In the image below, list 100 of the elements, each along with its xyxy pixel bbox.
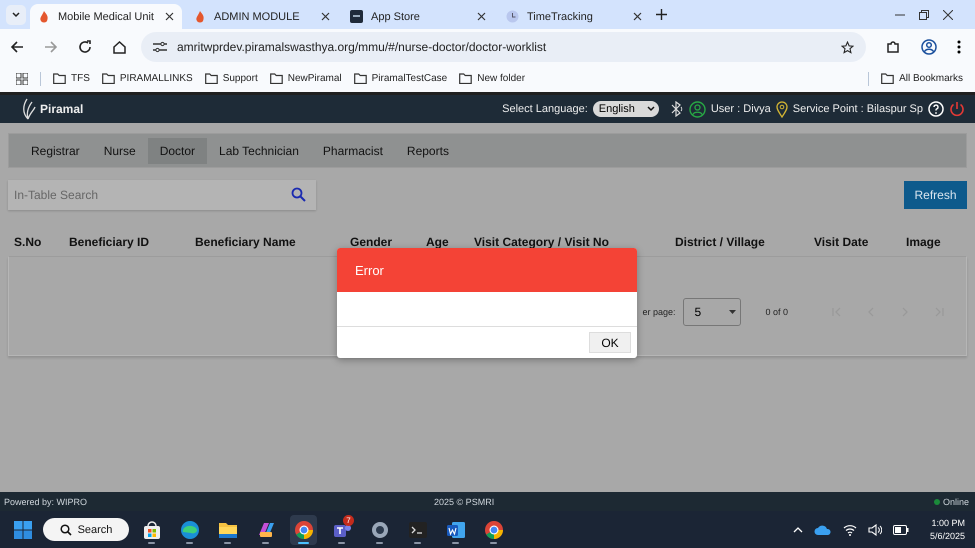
browser-tab[interactable]: ADMIN MODULE (186, 4, 338, 29)
module-tab[interactable]: Reports (394, 138, 461, 164)
module-tab[interactable]: Nurse (92, 138, 148, 164)
url-text: amritwprdev.piramalswasthya.org/mmu/#/nurse-doctor/doctor-worklist (177, 40, 546, 54)
bookmark[interactable]: New folder (459, 73, 526, 84)
column-header: Image (906, 235, 941, 249)
notification-badge: 7 (343, 514, 354, 526)
forward-icon[interactable] (44, 40, 58, 54)
folder-icon (459, 73, 472, 84)
folder-icon (881, 73, 894, 84)
battery-icon[interactable] (892, 524, 909, 534)
folder-icon (204, 73, 218, 84)
restore-icon[interactable] (919, 10, 929, 20)
online-status-icon (934, 498, 940, 504)
chevron-up-icon[interactable] (792, 526, 803, 532)
user-icon (688, 100, 706, 118)
flame-icon (38, 10, 50, 24)
column-header: Age (426, 235, 449, 249)
taskbar-app[interactable] (290, 514, 317, 544)
brand-name: Piramal (40, 102, 84, 116)
location-pin-icon (776, 100, 788, 118)
browser-tab[interactable]: Mobile Medical Unit (30, 4, 182, 29)
close-icon[interactable] (321, 12, 330, 21)
tab-list-button[interactable] (6, 4, 26, 24)
search-icon[interactable] (291, 187, 306, 202)
settings-icon (370, 520, 390, 540)
dialog-title: Error (355, 262, 384, 278)
start-icon[interactable] (14, 520, 32, 538)
module-tab[interactable]: Doctor (148, 138, 208, 164)
terminal-icon (408, 520, 428, 538)
user-name: User : Divya (710, 103, 771, 115)
bookmark[interactable]: All Bookmarks (881, 73, 963, 84)
clock-time: 1:00 PM (931, 516, 965, 530)
search-icon (60, 524, 72, 536)
column-header: Gender (350, 235, 392, 249)
store-icon (350, 10, 363, 23)
search-field[interactable]: In-Table Search (8, 180, 316, 210)
clock-date: 5/6/2025 (930, 530, 965, 542)
star-icon[interactable] (841, 40, 854, 54)
close-icon[interactable] (633, 12, 642, 21)
shopping-bag-icon (142, 520, 162, 540)
folder-icon (218, 520, 238, 538)
volume-icon[interactable] (868, 524, 882, 536)
bookmark[interactable]: Support (204, 73, 258, 84)
apps-grid-icon[interactable] (16, 72, 28, 84)
column-header: Visit Date (814, 235, 868, 249)
bookmark[interactable]: TFS (53, 73, 90, 84)
copyright-text: 2025 © PSMRI (434, 496, 496, 506)
folder-icon (53, 73, 66, 84)
taskbar-search[interactable]: Search (43, 518, 129, 541)
ok-button[interactable]: OK (589, 332, 631, 353)
bluetooth-icon[interactable] (670, 101, 684, 117)
clock-icon (506, 10, 519, 23)
leaf-logo-icon (20, 98, 36, 120)
profile-icon[interactable] (921, 39, 937, 55)
browser-wave-icon (180, 520, 200, 540)
close-icon[interactable] (477, 12, 486, 21)
cloud-icon[interactable] (814, 524, 832, 536)
caret-icon (646, 106, 655, 112)
status-text: Online (942, 496, 969, 506)
new-tab-icon[interactable] (656, 9, 667, 20)
column-header: S.No (14, 235, 42, 249)
address-bar[interactable]: amritwprdev.piramalswasthya.org/mmu/#/nurse-doctor/doctor-worklist (141, 32, 866, 62)
help-icon[interactable] (928, 101, 944, 117)
browser-tab[interactable]: App Store (342, 4, 494, 29)
refresh-button[interactable]: Refresh (904, 181, 967, 209)
column-header: Beneficiary Name (195, 235, 296, 249)
bookmark[interactable]: PIRAMALLINKS (102, 73, 193, 84)
close-icon[interactable] (943, 10, 953, 20)
taskbar-app[interactable]: 7 (328, 514, 355, 544)
browser-tab[interactable]: TimeTracking (498, 4, 650, 29)
extensions-icon[interactable] (886, 40, 901, 54)
module-tab[interactable]: Lab Technician (207, 138, 311, 164)
close-icon[interactable] (165, 12, 174, 21)
language-select[interactable]: English (592, 101, 659, 117)
page-size-select[interactable]: 5 (683, 298, 742, 326)
module-tab[interactable]: Registrar (19, 138, 92, 164)
bookmark[interactable]: PiramalTestCase (354, 73, 448, 84)
page-range: 0 of 0 (765, 307, 788, 317)
bookmark[interactable]: NewPiramal (270, 73, 342, 84)
chrome-icon (484, 520, 504, 540)
wifi-icon[interactable] (842, 524, 857, 536)
column-header: Visit Category / Visit No (474, 235, 609, 249)
powered-by-text: Powered by: WIPRO (4, 496, 88, 506)
column-header: Beneficiary ID (69, 235, 150, 249)
chrome-icon (294, 520, 314, 540)
folder-icon (102, 73, 115, 84)
document-app-icon (446, 520, 466, 540)
language-label: Select Language: (502, 103, 588, 115)
power-icon[interactable] (949, 101, 965, 117)
reload-icon[interactable] (78, 40, 92, 54)
column-header: District / Village (675, 235, 765, 249)
back-icon[interactable] (10, 40, 24, 54)
more-icon[interactable] (957, 40, 961, 54)
module-tab[interactable]: Pharmacist (310, 138, 395, 164)
home-icon[interactable] (112, 40, 127, 54)
site-settings-icon (153, 41, 167, 53)
caret-icon (729, 310, 736, 314)
service-point: Service Point : Bilaspur Sp (792, 103, 923, 115)
taskbar-clock[interactable]: 1:00 PM 5/6/2025 (930, 516, 965, 542)
